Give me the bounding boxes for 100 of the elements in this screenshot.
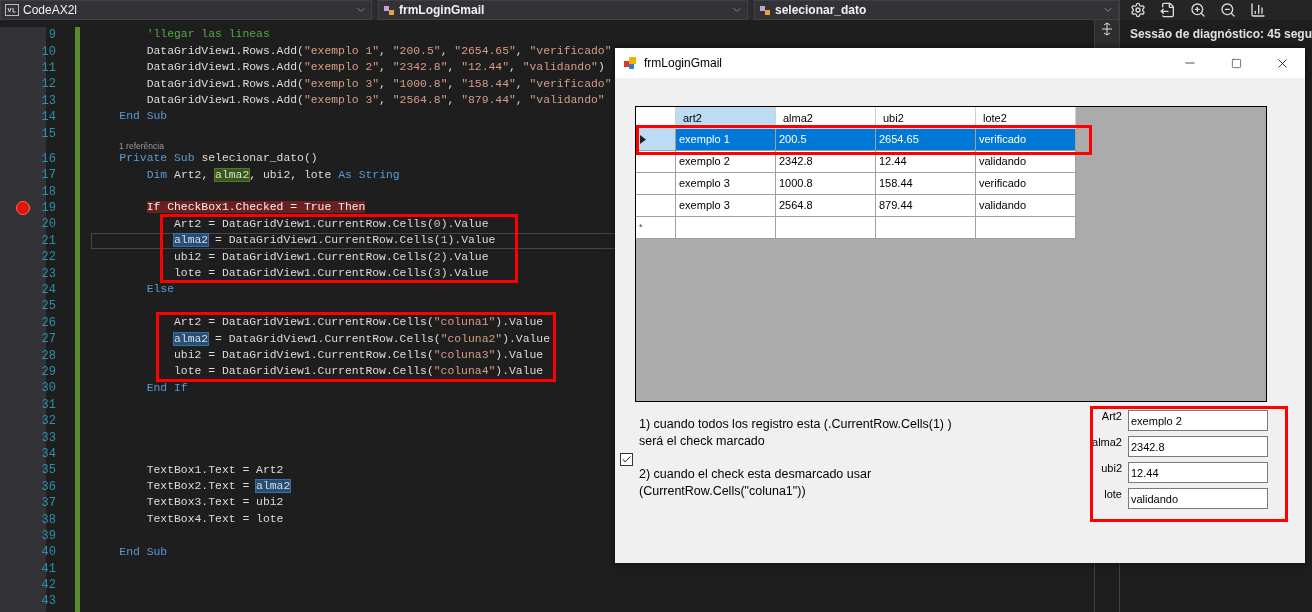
text-field[interactable]: 2342.8 [1128,436,1268,457]
table-cell[interactable]: verificado [976,173,1076,195]
table-cell[interactable]: 2564.8 [776,195,876,217]
line-number: 16 [41,152,56,165]
field-label: lote [1103,487,1122,502]
line-number: 35 [41,464,56,477]
line-number: 14 [41,111,56,124]
line-number: 26 [41,316,56,329]
line-number: 34 [41,447,56,460]
table-cell[interactable]: 158.44 [876,173,976,195]
new-row-cell[interactable] [676,217,776,239]
settings-icon[interactable] [1129,2,1146,18]
line-number: 36 [41,480,56,493]
field-label: ubi2 [1100,461,1122,476]
row-header[interactable]: * [636,217,676,239]
line-number: 22 [41,251,56,264]
table-cell[interactable]: exemplo 2 [676,151,776,173]
diagnostics-title: Sessão de diagnóstico: 45 segu [1128,26,1312,43]
table-cell[interactable]: exemplo 1 [676,129,776,151]
text-field[interactable]: exemplo 2 [1128,410,1268,431]
code-line: alma2 = DataGridView1.CurrentRow.Cells("coluna2").Value [173,333,551,345]
line-number: 12 [41,78,56,91]
code-line: DataGridView1.Rows.Add("exemplo 2", "2342.8", "12.44", "validando") [145,62,605,74]
field-label: alma2 [1091,435,1122,450]
bar-chart-icon[interactable] [1249,2,1266,18]
table-cell[interactable]: 1000.8 [776,173,876,195]
zoom-out-icon[interactable] [1219,2,1236,18]
check-icon [621,454,632,465]
code-line: DataGridView1.Rows.Add("exemplo 1", "200.5", "2654.65", "verificado" [145,45,612,58]
table-cell[interactable]: 12.44 [876,151,976,173]
table-cell[interactable]: 879.44 [876,195,976,217]
line-number: 24 [41,284,56,297]
line-number: 39 [41,529,56,542]
line-number: 30 [41,382,56,395]
text-field[interactable]: 12.44 [1128,462,1268,483]
navigation-dropdown[interactable]: frmLoginGmail [378,0,748,20]
line-number: 10 [41,45,56,58]
table-cell[interactable]: validando [976,151,1076,173]
code-line: ubi2 = DataGridView1.CurrentRow.Cells("coluna3").Value [173,349,544,362]
line-number: 27 [41,333,56,346]
line-number: 38 [41,513,56,526]
code-line: alma2 = DataGridView1.CurrentRow.Cells(1).Value [173,235,496,247]
class-icon [383,4,395,16]
line-number: 11 [41,61,56,74]
line-number: 23 [41,267,56,280]
code-line: lote = DataGridView1.CurrentRow.Cells("coluna4").Value [173,366,544,378]
instruction-text: 1) cuando todos los registro esta (.CurrentRow.Cells(1) ) será el check marcado [639,416,952,450]
line-number: 33 [41,431,56,444]
table-cell[interactable]: exemplo 3 [676,173,776,195]
line-number: 21 [41,234,56,247]
line-number: 40 [41,546,56,559]
data-grid[interactable]: art2 alma2 ubi2 lote2 exemplo 1 200.5 2654.65 verificado exemplo 2 2342.8 12.44 validando exemplo 3 1000.8 158.44 verificado exemplo 3 2564.8 879.44 validando * [635,106,1267,402]
row-header[interactable] [636,129,676,151]
split-handle-icon[interactable] [1099,22,1114,36]
new-row-cell[interactable] [976,217,1076,239]
code-line: End If [145,382,188,395]
project-icon [5,4,19,16]
navigation-dropdown[interactable]: selecionar_dato [754,0,1119,20]
new-row-cell[interactable] [776,217,876,239]
line-number: 18 [41,185,56,198]
code-line: Private Sub selecionar_dato() [118,153,318,165]
line-number: 13 [41,94,56,107]
code-line: 'llegar las lineas [145,29,270,41]
new-row-cell[interactable] [876,217,976,239]
code-line: DataGridView1.Rows.Add("exemplo 3", "2564.8", "879.44", "validando" [145,95,605,107]
code-line: ubi2 = DataGridView1.CurrentRow.Cells(2).Value [173,251,489,263]
code-line: End Sub [118,546,168,558]
code-line: Art2 = DataGridView1.CurrentRow.Cells("coluna1").Value [173,317,544,329]
line-number: 41 [41,562,56,575]
table-cell[interactable]: 2654.65 [876,129,976,151]
checkbox[interactable] [620,453,633,466]
export-icon[interactable] [1159,2,1176,18]
code-line: Else [145,284,175,296]
code-line: DataGridView1.Rows.Add("exemplo 3", "1000.8", "158.44", "verificado" [145,78,612,91]
maximize-icon [1230,57,1242,69]
code-line: TextBox4.Text = lote [145,513,284,526]
line-number: 20 [41,218,56,231]
table-cell[interactable]: 2342.8 [776,151,876,173]
table-cell[interactable]: validando [976,195,1076,217]
line-number: 15 [41,127,56,140]
navigation-dropdown[interactable]: CodeAX2l [0,0,372,20]
field-label: Art2 [1100,409,1122,424]
line-number: 29 [41,366,56,378]
zoom-in-icon[interactable] [1189,2,1206,18]
code-line: TextBox3.Text = ubi2 [145,497,284,509]
line-number: 31 [41,398,56,411]
table-cell[interactable]: exemplo 3 [676,195,776,217]
class-icon [759,4,771,16]
breakpoint-icon[interactable] [16,201,30,216]
line-number: 9 [48,29,56,42]
codelens-label[interactable]: 1 referência [119,142,164,151]
table-cell[interactable]: 200.5 [776,129,876,151]
new-row-marker: * [639,220,643,234]
scrollbar[interactable] [1094,20,1119,48]
text-field[interactable]: validando [1128,488,1268,509]
line-number: 43 [41,595,56,608]
line-number: 37 [41,497,56,510]
line-number: 42 [41,579,56,592]
table-cell[interactable]: verificado [976,129,1076,151]
line-number: 25 [41,300,56,313]
